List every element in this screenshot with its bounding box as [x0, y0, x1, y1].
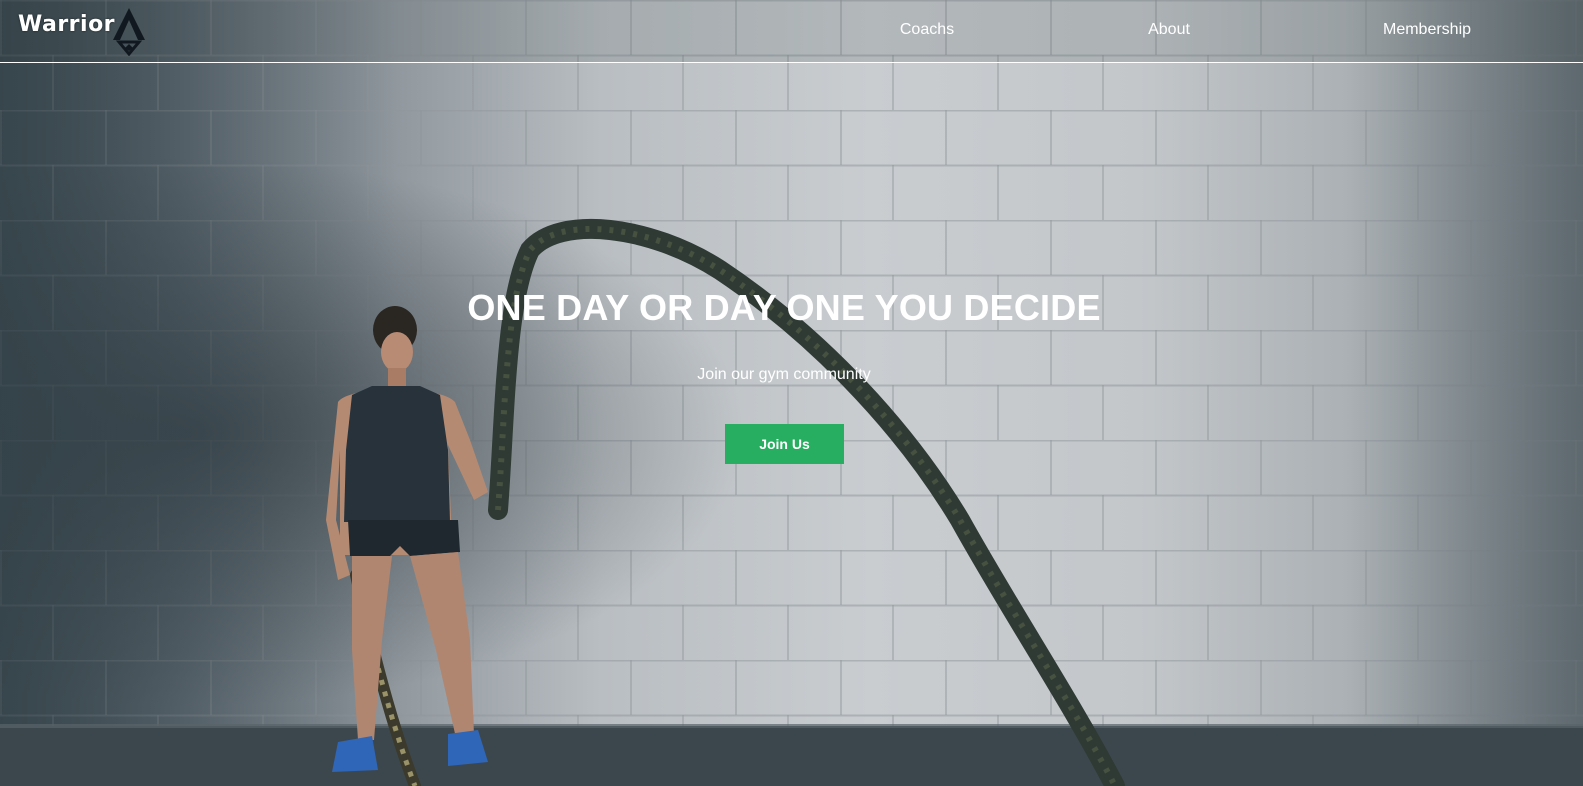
warrior-emblem-icon: [111, 6, 147, 61]
navbar: Warrior Coachs About Membership: [0, 0, 1583, 63]
brand-name: Warrior: [18, 12, 116, 37]
nav-link-membership[interactable]: Membership: [1383, 21, 1471, 39]
nav-link-about[interactable]: About: [1148, 21, 1190, 39]
hero-subtitle: Join our gym community: [697, 366, 871, 383]
hero-section: Warrior Coachs About Membership ONE DAY …: [0, 0, 1583, 786]
hero-background-image: [0, 0, 1583, 786]
hero-title: ONE DAY OR DAY ONE YOU DECIDE: [467, 287, 1101, 328]
join-us-button[interactable]: Join Us: [725, 424, 844, 464]
nav-link-coachs[interactable]: Coachs: [900, 21, 954, 39]
brand-logo[interactable]: Warrior: [18, 6, 147, 57]
